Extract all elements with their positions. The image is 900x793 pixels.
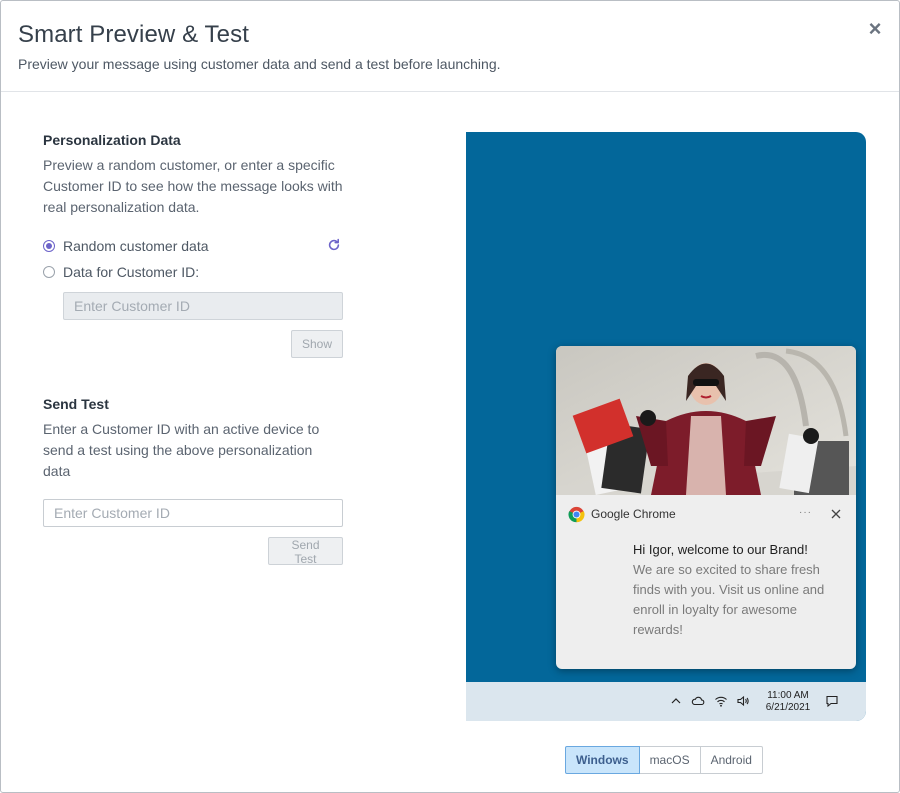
personalization-description: Preview a random customer, or enter a sp… <box>43 157 343 215</box>
close-icon: × <box>868 16 882 41</box>
volume-icon[interactable] <box>736 694 750 708</box>
tab-android[interactable]: Android <box>700 746 763 774</box>
tab-macos[interactable]: macOS <box>639 746 701 774</box>
radio-button-customer-id[interactable] <box>43 266 55 278</box>
refresh-icon[interactable] <box>327 238 341 252</box>
notification-source-label: Google Chrome <box>591 507 676 521</box>
chevron-up-icon[interactable] <box>669 694 683 708</box>
close-button[interactable]: × <box>865 16 885 41</box>
notification-body: Hi Igor, welcome to our Brand! We are so… <box>556 533 856 640</box>
show-button[interactable]: Show <box>291 330 343 358</box>
notification-message: We are so excited to share fresh finds w… <box>633 562 825 637</box>
chrome-icon <box>568 506 585 522</box>
cloud-icon[interactable] <box>691 694 705 708</box>
notification-close-icon[interactable] <box>830 508 842 520</box>
modal-title: Smart Preview & Test <box>18 21 249 48</box>
platform-tabs: Windows macOS Android <box>565 746 763 774</box>
radio-random-customer[interactable]: Random customer data <box>43 236 343 256</box>
smart-preview-modal: Smart Preview & Test Preview your messag… <box>0 0 900 793</box>
windows-taskbar: 11:00 AM 6/21/2021 <box>466 682 866 721</box>
radio-label-random: Random customer data <box>63 238 209 254</box>
send-test-customer-id-input[interactable] <box>43 499 343 527</box>
send-test-button[interactable]: Send Test <box>268 537 343 566</box>
modal-subtitle: Preview your message using customer data… <box>18 56 501 72</box>
wifi-icon[interactable] <box>714 694 728 708</box>
taskbar-time: 11:00 AM <box>767 690 809 701</box>
radio-label-customer-id: Data for Customer ID: <box>63 264 200 280</box>
notification-center-icon[interactable] <box>825 694 839 708</box>
tab-windows[interactable]: Windows <box>565 746 640 774</box>
send-test-description: Enter a Customer ID with an active devic… <box>43 421 320 479</box>
push-notification-preview: Google Chrome ··· Hi Igor, welcome to ou… <box>556 346 856 669</box>
settings-column: Personalization Data Preview a random cu… <box>43 132 343 568</box>
taskbar-clock[interactable]: 11:00 AM 6/21/2021 <box>760 690 816 714</box>
more-options-icon[interactable]: ··· <box>799 507 812 518</box>
radio-button-random[interactable] <box>43 240 55 252</box>
personalization-title: Personalization Data <box>43 132 181 148</box>
send-test-title: Send Test <box>43 396 109 412</box>
notification-title: Hi Igor, welcome to our Brand! <box>633 542 808 557</box>
personalization-customer-id-input[interactable] <box>63 292 343 320</box>
modal-header: Smart Preview & Test Preview your messag… <box>1 1 899 92</box>
radio-customer-id[interactable]: Data for Customer ID: <box>43 262 343 282</box>
taskbar-date: 6/21/2021 <box>765 702 811 713</box>
notification-hero-image <box>556 346 856 495</box>
notification-source-row: Google Chrome ··· <box>556 495 856 533</box>
